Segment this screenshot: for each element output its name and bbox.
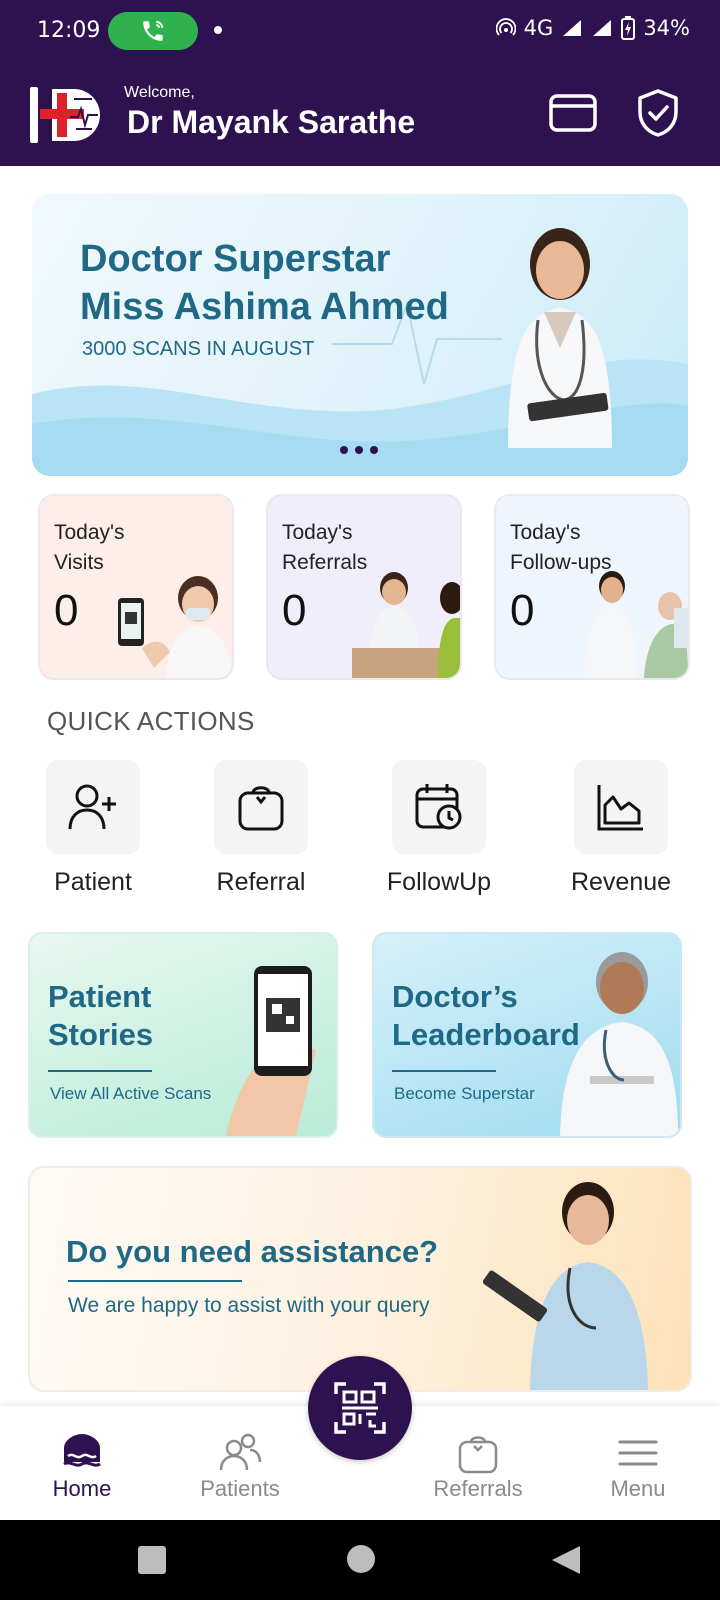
nav-label: Home	[52, 1476, 112, 1501]
status-bar: 12:09 4G 34%	[0, 0, 720, 62]
back-icon[interactable]	[550, 1544, 582, 1576]
patients-icon	[219, 1433, 262, 1471]
notification-dot	[214, 26, 222, 34]
patient-stories-card[interactable]: Patient Stories View All Active Scans	[28, 932, 338, 1138]
quick-action-icon-box[interactable]	[214, 760, 308, 854]
banner-title-line2: Miss Ashima Ahmed	[80, 286, 449, 328]
nav-label: Patients	[200, 1476, 280, 1501]
welcome-label: Welcome,	[124, 84, 195, 101]
battery-level: 34%	[643, 16, 690, 40]
nav-label: Referrals	[433, 1476, 523, 1501]
doctor-portrait	[508, 228, 612, 448]
doctor-name: Dr Mayank Sarathe	[127, 104, 416, 140]
banner-subtitle: 3000 SCANS IN AUGUST	[82, 338, 315, 360]
banner-title-line1: Doctor Superstar	[80, 238, 391, 280]
wallet-icon[interactable]	[548, 90, 598, 136]
shield-check-icon[interactable]	[635, 88, 681, 138]
phone-call-icon	[143, 20, 164, 41]
nav-patients[interactable]: Patients	[180, 1432, 300, 1502]
battery-charging-icon	[621, 16, 636, 40]
nurse-illustration	[482, 1182, 648, 1390]
network-type: 4G	[523, 16, 554, 40]
home-icon	[63, 1434, 101, 1467]
signal-icon	[563, 20, 582, 36]
leaderboard-link[interactable]: Become Superstar	[394, 1084, 535, 1104]
todays-followups-card[interactable]: Today's Follow-ups 0	[494, 494, 690, 680]
todays-visits-card[interactable]: Today's Visits 0	[38, 494, 234, 680]
doctors-leaderboard-card[interactable]: Doctor’s Leaderboard Become Superstar	[372, 932, 682, 1138]
stat-value: 0	[510, 586, 535, 635]
referrals-illustration	[352, 572, 460, 678]
carousel-dot[interactable]	[370, 446, 378, 454]
quick-action-icon-box[interactable]	[392, 760, 486, 854]
stat-value: 0	[54, 586, 79, 635]
todays-referrals-card[interactable]: Today's Referrals 0	[266, 494, 462, 680]
quick-action-label: FollowUp	[386, 868, 492, 896]
title-underline	[392, 1070, 496, 1072]
home-button-icon[interactable]	[346, 1544, 376, 1574]
nav-home[interactable]: Home	[22, 1432, 142, 1502]
system-navigation-bar	[0, 1520, 720, 1600]
quick-action-label: Patient	[54, 868, 132, 896]
patient-stories-title: Patient Stories	[48, 979, 154, 1052]
menu-icon	[618, 1440, 658, 1466]
leaderboard-title: Doctor’s Leaderboard	[392, 979, 580, 1052]
app-header: Welcome, Dr Mayank Sarathe	[0, 62, 720, 166]
quick-action-patient[interactable]: Patient	[18, 760, 168, 897]
signal-icon-2	[593, 20, 612, 36]
area-chart-icon	[597, 785, 643, 831]
title-underline	[68, 1280, 242, 1282]
quick-action-referral[interactable]: Referral	[186, 760, 336, 897]
quick-action-followup[interactable]: FollowUp	[364, 760, 514, 897]
title-underline	[48, 1070, 152, 1072]
assistance-title: Do you need assistance?	[66, 1234, 439, 1269]
quick-action-icon-box[interactable]	[46, 760, 140, 854]
quick-action-label: Referral	[216, 868, 306, 896]
ongoing-call-pill[interactable]	[108, 12, 198, 50]
quick-action-icon-box[interactable]	[574, 760, 668, 854]
nav-label: Menu	[610, 1476, 666, 1501]
nav-referrals[interactable]: Referrals	[418, 1432, 538, 1502]
app-logo	[30, 87, 100, 143]
qr-scan-button[interactable]	[308, 1356, 412, 1460]
visits-illustration	[118, 576, 232, 678]
superstar-banner[interactable]: Doctor Superstar Miss Ashima Ahmed 3000 …	[32, 194, 688, 476]
referrals-icon	[458, 1436, 498, 1474]
referral-bag-icon	[238, 786, 284, 831]
carousel-indicator[interactable]	[340, 446, 378, 454]
recent-apps-icon[interactable]	[136, 1544, 168, 1576]
stat-value: 0	[282, 586, 307, 635]
hotspot-icon	[495, 18, 516, 36]
carousel-dot[interactable]	[355, 446, 363, 454]
quick-actions-title: QUICK ACTIONS	[47, 706, 255, 736]
quick-action-label: Revenue	[570, 868, 672, 896]
add-user-icon	[68, 784, 116, 830]
calendar-clock-icon	[415, 784, 462, 830]
followups-illustration	[584, 571, 688, 678]
quick-action-revenue[interactable]: Revenue	[546, 760, 696, 897]
qr-scan-icon	[334, 1382, 386, 1434]
carousel-dot[interactable]	[340, 446, 348, 454]
status-time: 12:09	[37, 18, 101, 43]
status-indicators: 4G 34%	[495, 16, 690, 40]
assistance-subtitle: We are happy to assist with your query	[68, 1294, 430, 1317]
patient-stories-link[interactable]: View All Active Scans	[50, 1084, 211, 1104]
nav-menu[interactable]: Menu	[578, 1432, 698, 1502]
